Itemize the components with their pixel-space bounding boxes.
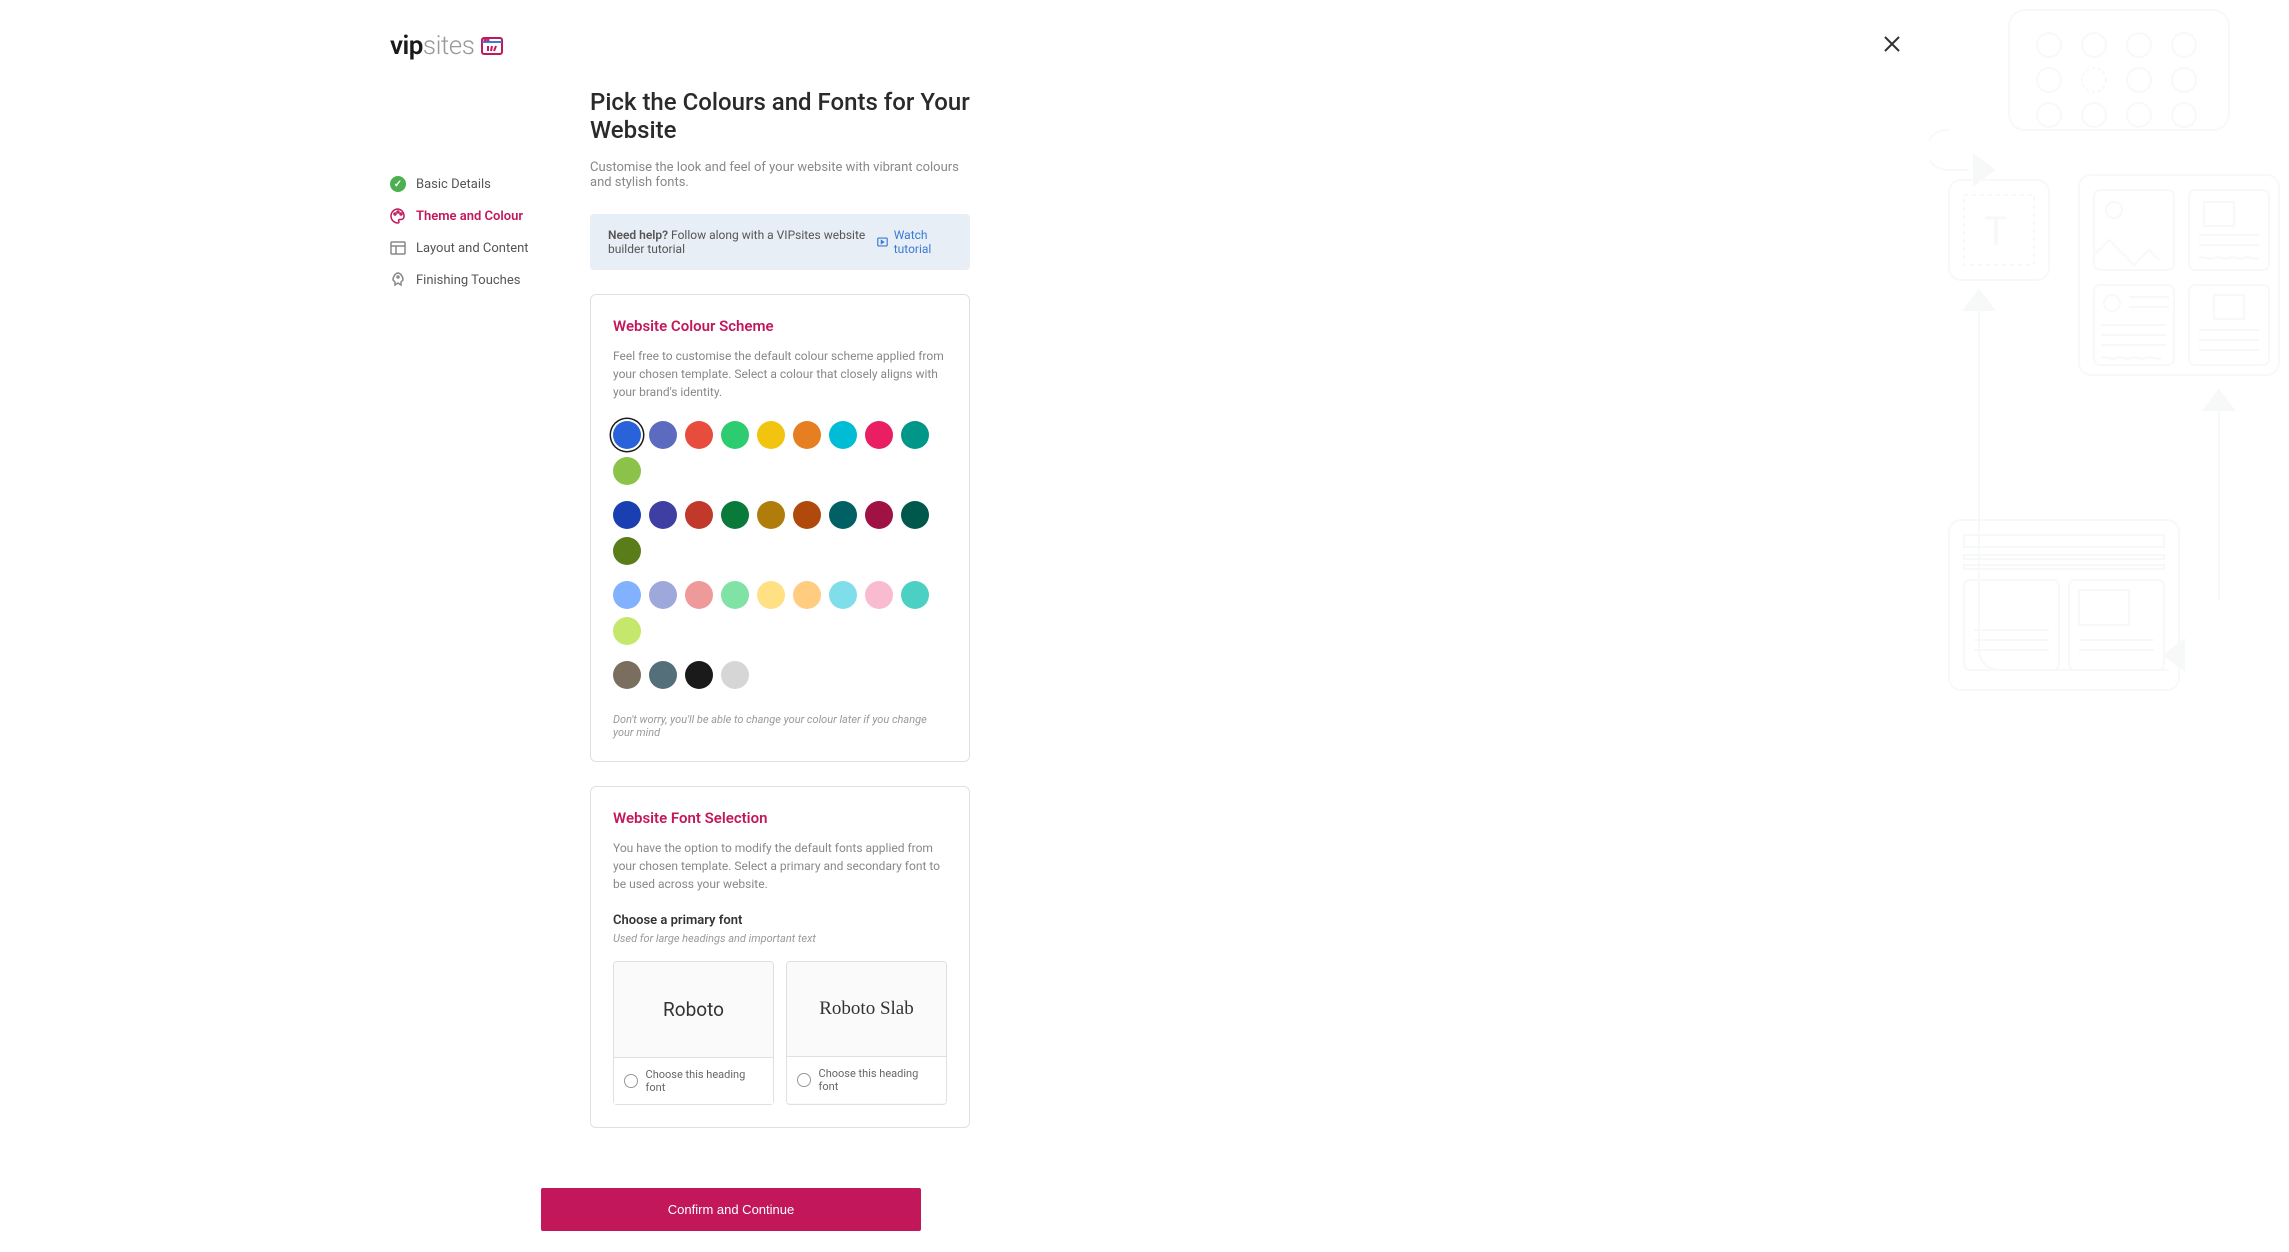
sidebar-item-layout-content[interactable]: Layout and Content: [390, 232, 540, 264]
page-subtitle: Customise the look and feel of your webs…: [590, 160, 970, 190]
colour-swatch[interactable]: [685, 421, 713, 449]
logo: vipsites: [390, 31, 504, 61]
sidebar-item-label: Theme and Colour: [416, 209, 523, 224]
colour-swatch[interactable]: [793, 581, 821, 609]
rocket-icon: [390, 272, 406, 288]
colour-swatch[interactable]: [829, 501, 857, 529]
sidebar-item-label: Basic Details: [416, 177, 491, 192]
page-title: Pick the Colours and Fonts for Your Webs…: [590, 88, 970, 144]
font-primary-heading: Choose a primary font: [613, 913, 947, 928]
colour-swatch[interactable]: [829, 581, 857, 609]
font-preview: Roboto Slab: [787, 962, 946, 1056]
help-banner: Need help? Follow along with a VIPsites …: [590, 214, 970, 270]
colour-swatch[interactable]: [721, 661, 749, 689]
radio-input[interactable]: [797, 1073, 811, 1087]
font-select-row[interactable]: Choose this heading font: [614, 1057, 773, 1104]
sidebar-item-basic-details[interactable]: Basic Details: [390, 168, 540, 200]
colour-swatch[interactable]: [865, 501, 893, 529]
colour-swatch[interactable]: [829, 421, 857, 449]
sidebar-item-finishing-touches[interactable]: Finishing Touches: [390, 264, 540, 296]
layout-icon: [390, 240, 406, 256]
font-preview: Roboto: [614, 962, 773, 1057]
sidebar-item-label: Finishing Touches: [416, 273, 520, 288]
colour-swatch[interactable]: [721, 421, 749, 449]
sidebar-item-theme-colour[interactable]: Theme and Colour: [390, 200, 540, 232]
radio-input[interactable]: [624, 1074, 638, 1088]
colour-swatch[interactable]: [613, 421, 641, 449]
colour-swatch[interactable]: [865, 421, 893, 449]
colour-swatch[interactable]: [649, 661, 677, 689]
close-button[interactable]: [1875, 24, 1909, 68]
check-icon: [390, 176, 406, 192]
help-text: Need help? Follow along with a VIPsites …: [608, 228, 877, 256]
card-description: Feel free to customise the default colou…: [613, 347, 947, 401]
sidebar-item-label: Layout and Content: [416, 241, 529, 256]
card-description: You have the option to modify the defaul…: [613, 839, 947, 893]
colour-swatch[interactable]: [649, 501, 677, 529]
font-primary-subtext: Used for large headings and important te…: [613, 932, 947, 945]
card-note: Don't worry, you'll be able to change yo…: [613, 713, 947, 739]
logo-text: vipsites: [390, 31, 474, 61]
close-icon: [1883, 35, 1901, 53]
colour-swatch[interactable]: [649, 581, 677, 609]
palette-icon: [390, 208, 406, 224]
colour-swatch[interactable]: [757, 581, 785, 609]
card-title: Website Colour Scheme: [613, 317, 947, 335]
colour-swatch[interactable]: [721, 501, 749, 529]
confirm-continue-button[interactable]: Confirm and Continue: [541, 1188, 921, 1231]
colour-swatch[interactable]: [613, 457, 641, 485]
colour-swatch[interactable]: [613, 661, 641, 689]
colour-swatch[interactable]: [901, 501, 929, 529]
colour-swatch[interactable]: [613, 617, 641, 645]
font-option-roboto[interactable]: Roboto Choose this heading font: [613, 961, 774, 1105]
colour-swatch[interactable]: [613, 537, 641, 565]
colour-swatch[interactable]: [613, 501, 641, 529]
colour-swatch[interactable]: [613, 581, 641, 609]
font-choose-label: Choose this heading font: [819, 1067, 936, 1093]
card-title: Website Font Selection: [613, 809, 947, 827]
colour-swatch[interactable]: [865, 581, 893, 609]
colour-swatch[interactable]: [685, 501, 713, 529]
font-option-roboto-slab[interactable]: Roboto Slab Choose this heading font: [786, 961, 947, 1105]
font-choose-label: Choose this heading font: [646, 1068, 763, 1094]
colour-scheme-card: Website Colour Scheme Feel free to custo…: [590, 294, 970, 762]
colour-swatch[interactable]: [793, 421, 821, 449]
colour-swatch[interactable]: [901, 421, 929, 449]
watch-tutorial-link[interactable]: Watch tutorial: [877, 228, 952, 256]
colour-swatch[interactable]: [757, 501, 785, 529]
colour-swatch[interactable]: [901, 581, 929, 609]
play-icon: [877, 235, 888, 249]
colour-swatch[interactable]: [649, 421, 677, 449]
colour-swatch[interactable]: [757, 421, 785, 449]
colour-swatch[interactable]: [685, 661, 713, 689]
sidebar: Basic Details Theme and Colour: [390, 88, 540, 1152]
font-selection-card: Website Font Selection You have the opti…: [590, 786, 970, 1128]
colour-swatch[interactable]: [793, 501, 821, 529]
logo-icon: [480, 34, 504, 58]
colour-swatch[interactable]: [685, 581, 713, 609]
font-select-row[interactable]: Choose this heading font: [787, 1056, 946, 1103]
colour-swatch[interactable]: [721, 581, 749, 609]
colour-grid: [613, 421, 947, 697]
